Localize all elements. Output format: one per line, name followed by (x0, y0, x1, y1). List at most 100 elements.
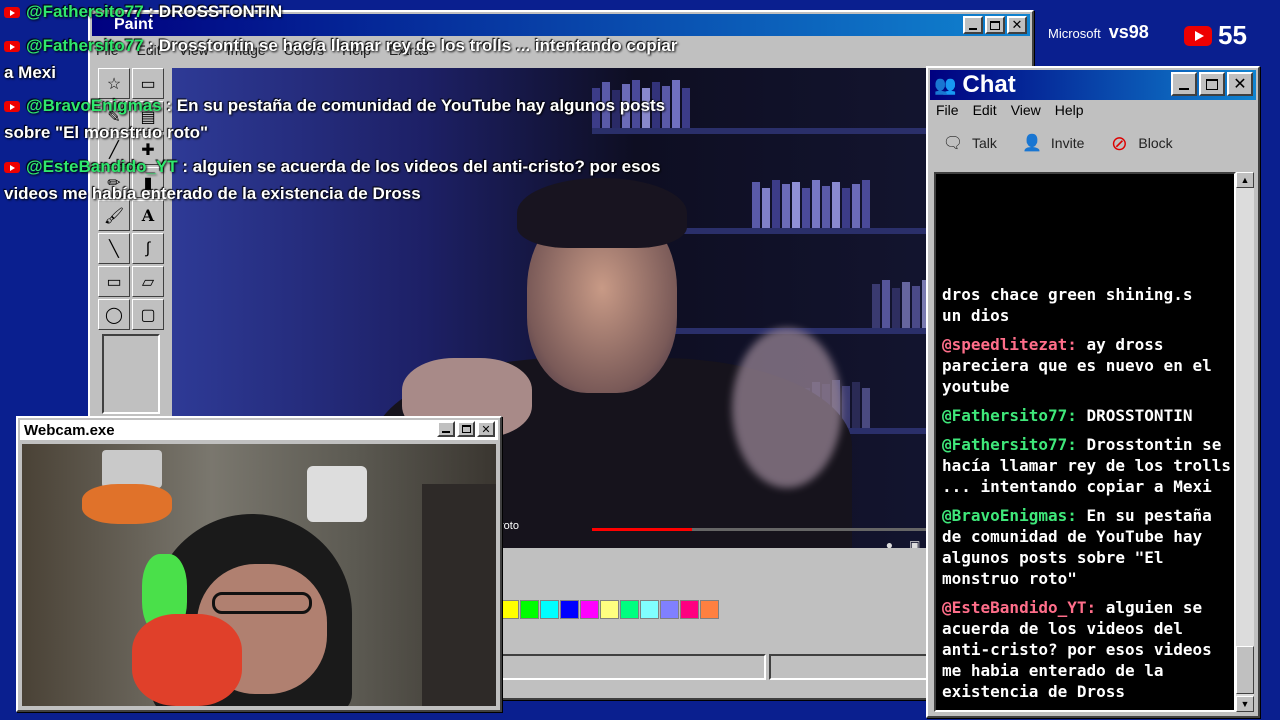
chat-message: @Fathersito77: DROSSTONTIN (942, 405, 1232, 426)
menu-file[interactable]: File (936, 102, 959, 118)
overlay-continuation: a Mexi (4, 63, 56, 82)
color-swatch[interactable] (680, 600, 699, 619)
webcam-titlebar[interactable]: Webcam.exe ✕ (20, 420, 498, 440)
close-icon: ✕ (1233, 74, 1247, 93)
chat-scrollbar[interactable]: ▲ ▼ (1236, 172, 1254, 712)
flowers (82, 484, 172, 524)
maximize-button[interactable] (457, 421, 475, 437)
talk-button[interactable]: 🗨 Talk (940, 132, 997, 154)
youtube-icon (4, 101, 20, 113)
chat-message: @Fathersito77: Drosstontin se hacía llam… (942, 434, 1232, 497)
rectangle-tool[interactable]: ▭ (98, 266, 130, 297)
color-swatch[interactable] (640, 600, 659, 619)
chat-user: @BravoEnigmas: (942, 506, 1077, 525)
ellipse-tool[interactable]: ◯ (98, 299, 130, 330)
close-icon: ✕ (481, 422, 491, 436)
overlay-text: : DROSSTONTIN (148, 2, 283, 21)
chat-messages-panel[interactable]: dros chace green shining.s un dios @spee… (934, 172, 1236, 712)
youtube-icon (4, 7, 20, 19)
rect-select-tool[interactable]: ▭ (132, 68, 164, 99)
color-swatch[interactable] (560, 600, 579, 619)
maximize-icon (990, 20, 1000, 30)
chat-user: @Fathersito77: (942, 435, 1077, 454)
tool-options[interactable] (102, 334, 160, 414)
talk-label: Talk (972, 135, 997, 151)
video-title-fragment: roto (500, 520, 519, 532)
overlay-continuation: sobre "El monstruo roto" (4, 123, 209, 142)
minimize-button[interactable] (963, 16, 983, 34)
invite-button[interactable]: 👤 Invite (1019, 132, 1084, 154)
chat-messages: dros chace green shining.s un dios @spee… (942, 285, 1232, 702)
bookshelf (422, 484, 496, 706)
scroll-down-button[interactable]: ▼ (1236, 696, 1254, 712)
webcam-window: Webcam.exe ✕ (16, 416, 502, 712)
rounded-rect-tool[interactable]: ▢ (132, 299, 164, 330)
minimize-button[interactable] (1171, 72, 1197, 96)
maximize-button[interactable] (1199, 72, 1225, 96)
webcam-feed (22, 444, 496, 706)
overlay-text: : alguien se acuerda de los videos del a… (182, 157, 661, 176)
chat-window: 👥 Chat ✕ File Edit View Help 🗨 Talk 👤 Invi… (926, 66, 1260, 718)
scroll-thumb[interactable] (1236, 646, 1254, 694)
line-tool[interactable]: ╲ (98, 233, 130, 264)
color-swatch[interactable] (660, 600, 679, 619)
color-swatch[interactable] (700, 600, 719, 619)
overlay-message: @Fathersito77 : Drosstontin se hacía lla… (4, 36, 677, 56)
chat-user: @speedlitezat: (942, 335, 1077, 354)
youtube-icon (4, 162, 20, 174)
color-swatch[interactable] (620, 600, 639, 619)
color-swatch[interactable] (520, 600, 539, 619)
viewer-counter: 55 (1184, 20, 1247, 51)
brand-text: Microsoft (1048, 26, 1101, 41)
talk-icon: 🗨 (942, 135, 964, 152)
youtube-icon (4, 41, 20, 53)
close-button[interactable]: ✕ (1227, 72, 1253, 96)
autoplay-toggle-icon[interactable]: ● (886, 538, 893, 548)
block-button[interactable]: ⊘ Block (1106, 132, 1173, 155)
overlay-user: @Fathersito77 (26, 2, 144, 21)
free-select-tool[interactable]: ☆ (98, 68, 130, 99)
overlay-message: @Fathersito77 : DROSSTONTIN (4, 2, 282, 22)
chat-partial-message: dros chace green shining.s (942, 285, 1193, 304)
menu-edit[interactable]: Edit (973, 102, 997, 118)
airbrush-tool[interactable]: 🖌 (98, 200, 130, 231)
overlay-message: @EsteBandido_YT : alguien se acuerda de … (4, 157, 660, 177)
brand-suffix: vs98 (1108, 22, 1149, 42)
play-button-plaque (102, 450, 162, 488)
close-button[interactable]: ✕ (477, 421, 495, 437)
color-swatch[interactable] (580, 600, 599, 619)
maximize-button[interactable] (985, 16, 1005, 34)
color-swatch[interactable] (500, 600, 519, 619)
color-palette (500, 600, 719, 619)
trump-mug (307, 466, 367, 522)
curve-tool[interactable]: ∫ (132, 233, 164, 264)
close-icon: ✕ (1011, 17, 1023, 33)
video-progress-fill (592, 528, 692, 531)
scroll-up-button[interactable]: ▲ (1236, 172, 1254, 188)
chat-menubar: File Edit View Help (936, 102, 1084, 118)
overlay-user: @BravoEnigmas (26, 96, 162, 115)
subtitles-icon[interactable]: ▣ (909, 538, 920, 548)
polygon-tool[interactable]: ▱ (132, 266, 164, 297)
color-swatch[interactable] (600, 600, 619, 619)
menu-help[interactable]: Help (1055, 102, 1084, 118)
color-swatch[interactable] (540, 600, 559, 619)
chat-titlebar[interactable]: 👥 Chat ✕ (930, 70, 1256, 100)
minimize-button[interactable] (437, 421, 455, 437)
books (752, 178, 870, 228)
chat-message: @speedlitezat: ay dross pareciera que es… (942, 334, 1232, 397)
minimize-icon (1179, 88, 1189, 90)
close-button[interactable]: ✕ (1007, 16, 1027, 34)
overlay-continuation: videos me había enterado de la existenci… (4, 184, 421, 203)
menu-view[interactable]: View (1011, 102, 1041, 118)
minimize-icon (442, 431, 450, 433)
chat-toolbar: 🗨 Talk 👤 Invite ⊘ Block (940, 132, 1173, 155)
chat-message: @EsteBandido_YT: alguien se acuerda de l… (942, 597, 1232, 702)
chat-partial-message: un dios (942, 306, 1010, 325)
text-tool[interactable]: A (132, 200, 164, 231)
viewer-count: 55 (1218, 20, 1247, 50)
minimize-icon (969, 28, 977, 30)
overlay-user: @EsteBandido_YT (26, 157, 178, 176)
red-hair (132, 614, 242, 706)
block-icon: ⊘ (1110, 132, 1128, 155)
